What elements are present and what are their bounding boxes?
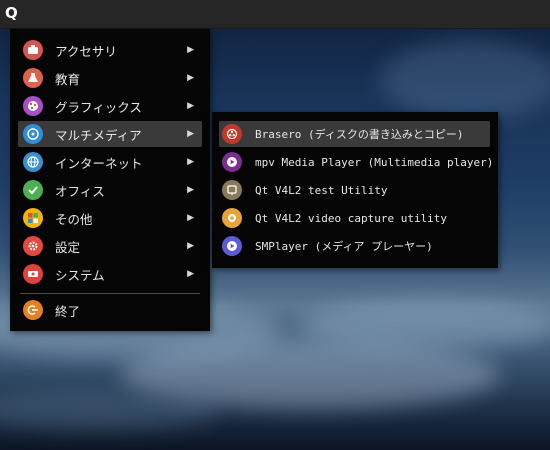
menu-item-label: 終了 xyxy=(55,303,81,319)
wallpaper-cloud xyxy=(380,40,550,120)
education-icon xyxy=(23,68,43,88)
app-menu-logo[interactable]: Q xyxy=(5,3,18,23)
submenu-arrow-icon: ▶ xyxy=(187,157,194,167)
submenu-arrow-icon: ▶ xyxy=(187,129,194,139)
multimedia-submenu: Brasero (ディスクの書き込みとコピー) mpv Media Player… xyxy=(212,112,498,268)
graphics-icon xyxy=(23,96,43,116)
qv4l2-icon xyxy=(222,180,242,200)
submenu-item-qvidcap[interactable]: Qt V4L2 video capture utility xyxy=(219,205,490,231)
submenu-item-label: SMPlayer (メディア プレーヤー) xyxy=(255,240,433,253)
mpv-icon xyxy=(222,152,242,172)
menu-item-label: マルチメディア xyxy=(55,127,142,143)
menu-item-quit[interactable]: 終了 xyxy=(18,297,202,323)
menu-item-other[interactable]: その他 ▶ xyxy=(18,205,202,231)
submenu-item-label: Qt V4L2 video capture utility xyxy=(255,211,448,225)
menu-item-settings[interactable]: 設定 ▶ xyxy=(18,233,202,259)
smplayer-icon xyxy=(222,236,242,256)
menu-item-label: その他 xyxy=(55,211,93,227)
menu-item-system[interactable]: システム ▶ xyxy=(18,261,202,287)
menu-item-office[interactable]: オフィス ▶ xyxy=(18,177,202,203)
desktop-screen: Q アクセサリ ▶ 教育 ▶ グラフィックス ▶ マルチメディア ▶ インターネ… xyxy=(0,0,550,450)
menu-item-label: システム xyxy=(55,267,105,283)
menu-item-label: 教育 xyxy=(55,71,81,87)
menu-item-accessories[interactable]: アクセサリ ▶ xyxy=(18,37,202,63)
top-panel: Q xyxy=(0,0,550,29)
menu-item-label: オフィス xyxy=(55,183,105,199)
system-icon xyxy=(23,264,43,284)
menu-item-multimedia[interactable]: マルチメディア ▶ xyxy=(18,121,202,147)
submenu-item-mpv[interactable]: mpv Media Player (Multimedia player) xyxy=(219,149,494,175)
menu-item-label: インターネット xyxy=(55,155,143,171)
menu-item-label: アクセサリ xyxy=(55,43,117,59)
menu-item-education[interactable]: 教育 ▶ xyxy=(18,65,202,91)
multimedia-icon xyxy=(23,124,43,144)
submenu-arrow-icon: ▶ xyxy=(187,101,194,111)
quit-icon xyxy=(23,300,43,320)
wallpaper-cloud xyxy=(300,300,550,350)
brasero-icon xyxy=(222,124,242,144)
accessories-icon xyxy=(23,40,43,60)
submenu-arrow-icon: ▶ xyxy=(187,213,194,223)
submenu-arrow-icon: ▶ xyxy=(187,269,194,279)
wallpaper-cloud xyxy=(0,390,220,430)
internet-icon xyxy=(23,152,43,172)
submenu-item-smplayer[interactable]: SMPlayer (メディア プレーヤー) xyxy=(219,233,490,259)
submenu-arrow-icon: ▶ xyxy=(187,241,194,251)
submenu-arrow-icon: ▶ xyxy=(187,45,194,55)
other-icon xyxy=(23,208,43,228)
office-icon xyxy=(23,180,43,200)
qvidcap-icon xyxy=(222,208,242,228)
submenu-item-qv4l2[interactable]: Qt V4L2 test Utility xyxy=(219,177,490,203)
app-menu: アクセサリ ▶ 教育 ▶ グラフィックス ▶ マルチメディア ▶ インターネット… xyxy=(10,29,210,331)
menu-separator xyxy=(20,293,200,294)
menu-item-graphics[interactable]: グラフィックス ▶ xyxy=(18,93,202,119)
menu-item-internet[interactable]: インターネット ▶ xyxy=(18,149,202,175)
submenu-item-label: Qt V4L2 test Utility xyxy=(255,183,388,197)
menu-item-label: 設定 xyxy=(55,239,81,255)
menu-item-label: グラフィックス xyxy=(55,99,142,115)
settings-icon xyxy=(23,236,43,256)
submenu-item-label: mpv Media Player (Multimedia player) xyxy=(255,155,494,169)
submenu-arrow-icon: ▶ xyxy=(187,73,194,83)
submenu-item-brasero[interactable]: Brasero (ディスクの書き込みとコピー) xyxy=(219,121,490,147)
submenu-arrow-icon: ▶ xyxy=(187,185,194,195)
submenu-item-label: Brasero (ディスクの書き込みとコピー) xyxy=(255,128,464,141)
